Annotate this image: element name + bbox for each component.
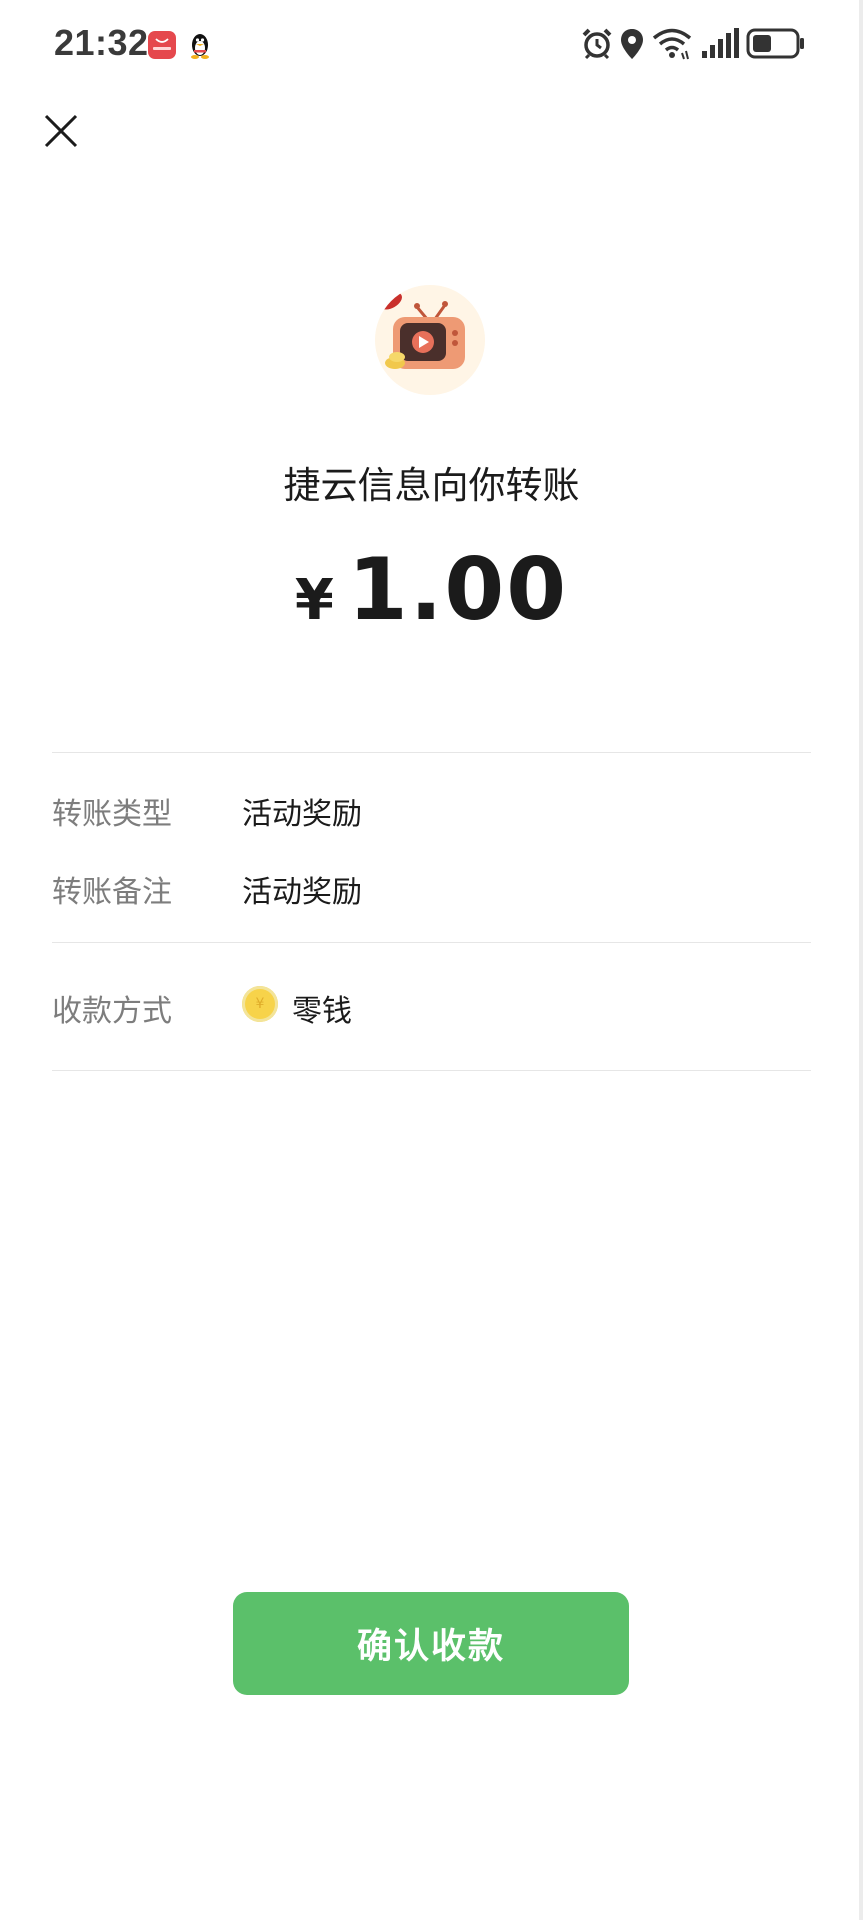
close-button[interactable] xyxy=(36,106,86,156)
payer-avatar xyxy=(375,285,485,395)
transfer-amount: ¥ 1.00 xyxy=(0,540,863,640)
confirm-receive-button[interactable]: 确认收款 xyxy=(233,1592,629,1695)
payment-method-label: 收款方式 xyxy=(52,994,172,1029)
screen-edge xyxy=(859,0,863,1920)
coin-symbol: ¥ xyxy=(255,996,265,1012)
divider xyxy=(52,1070,811,1071)
wifi-icon xyxy=(652,28,692,60)
amount-value: 1.00 xyxy=(347,540,569,640)
transfer-type-value: 活动奖励 xyxy=(242,797,362,832)
transfer-title: 捷云信息向你转账 xyxy=(283,464,580,507)
app-store-icon xyxy=(148,31,176,59)
location-icon xyxy=(621,29,643,59)
payment-method-value: 零钱 xyxy=(292,994,352,1029)
transfer-type-label: 转账类型 xyxy=(52,797,172,832)
alarm-icon xyxy=(582,28,612,60)
divider xyxy=(52,942,811,943)
qq-penguin-icon xyxy=(191,34,209,59)
transfer-note-label: 转账备注 xyxy=(52,875,172,910)
close-icon xyxy=(44,114,78,148)
tv-avatar-icon xyxy=(375,285,485,395)
currency-symbol: ¥ xyxy=(294,568,334,633)
divider xyxy=(52,752,811,753)
coin-icon: ¥ xyxy=(242,986,278,1022)
transfer-note-value: 活动奖励 xyxy=(242,875,362,910)
signal-icon xyxy=(702,28,739,58)
status-bar: 21:32 xyxy=(0,0,863,90)
confirm-receive-label: 确认收款 xyxy=(356,1627,505,1667)
battery-icon xyxy=(746,28,804,59)
status-time: 21:32 xyxy=(54,22,149,63)
